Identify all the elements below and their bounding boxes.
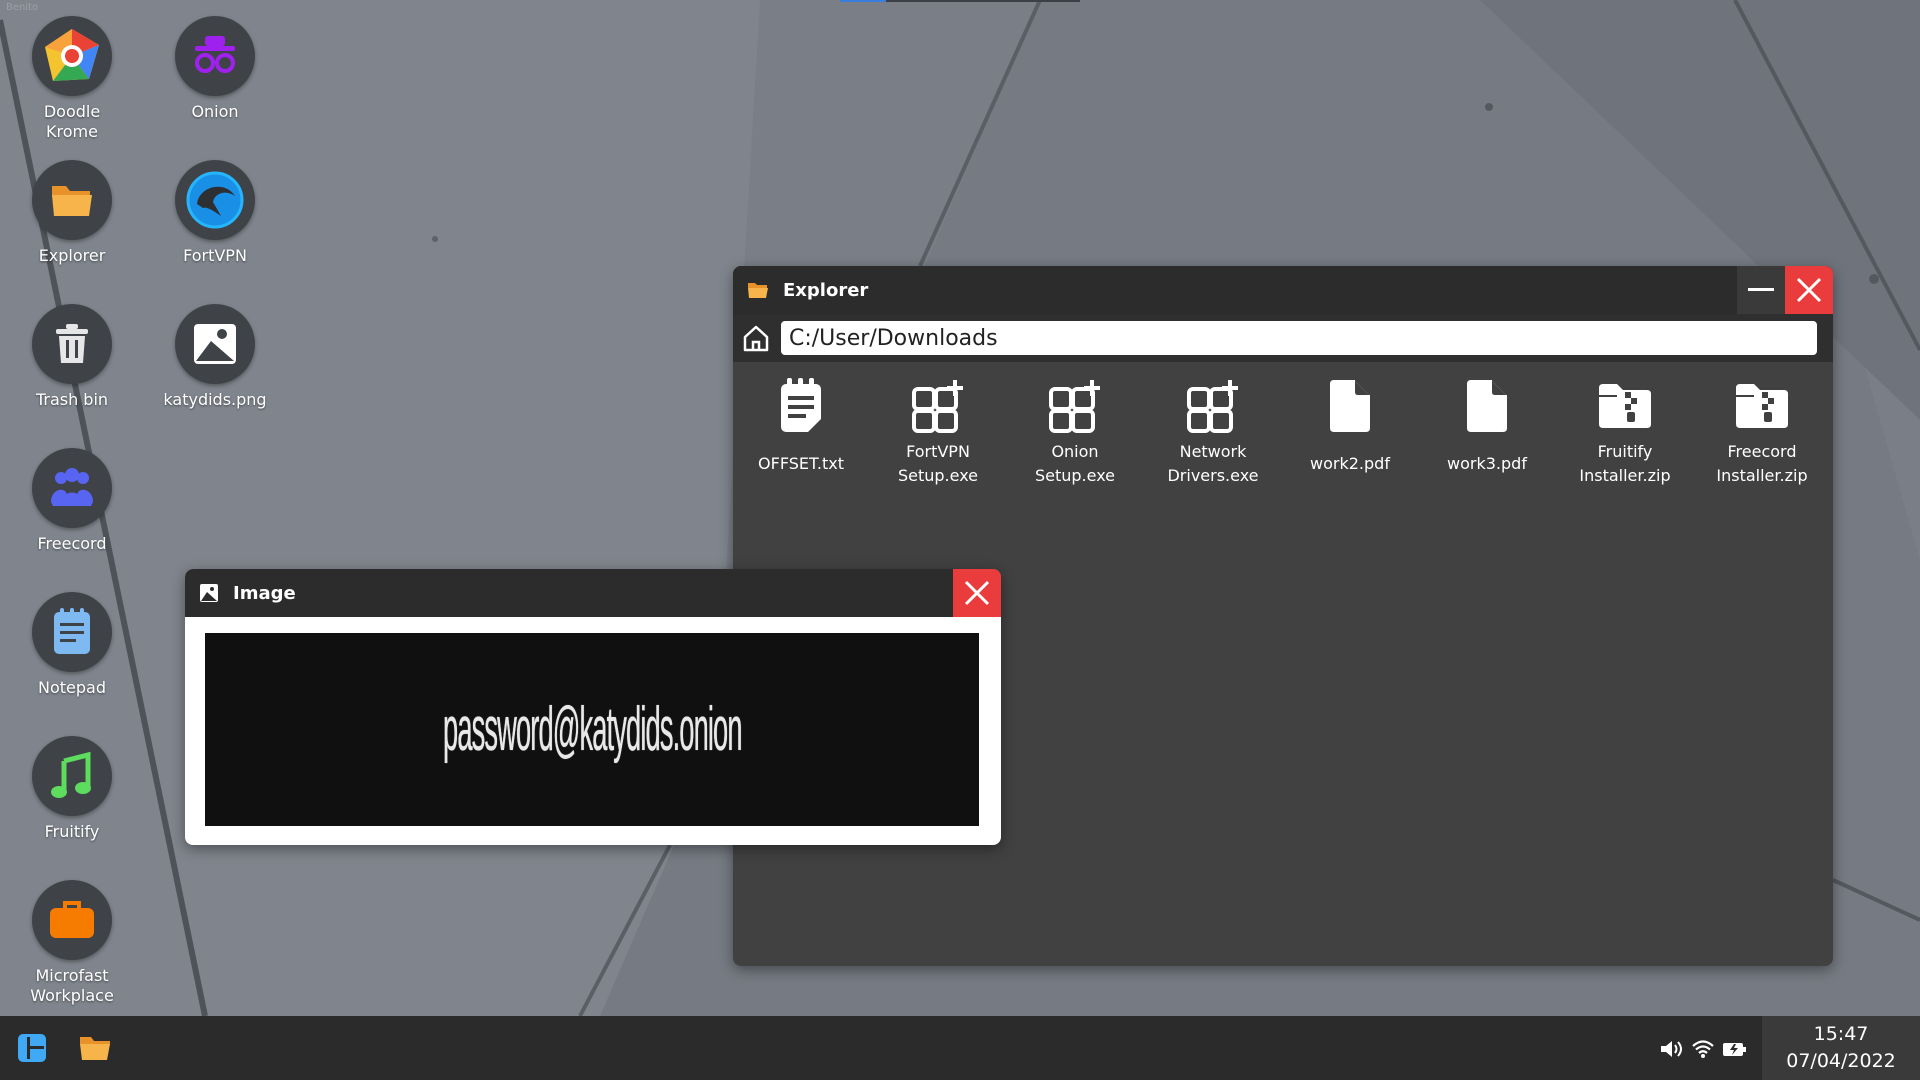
file-label: work3.pdf <box>1427 452 1547 476</box>
trash-icon <box>32 304 112 384</box>
taskbar: 15:47 07/04/2022 <box>0 1016 1920 1080</box>
file-label: Onion Setup.exe <box>1015 440 1135 488</box>
close-icon <box>964 580 990 606</box>
installer-icon <box>878 376 998 436</box>
desktop-icon-microfast-workplace[interactable]: Microfast Workplace <box>7 880 137 1006</box>
file-label: work2.pdf <box>1290 452 1410 476</box>
folder-icon <box>747 281 769 299</box>
corner-username: Benito <box>6 2 38 13</box>
clock-time: 15:47 <box>1762 1021 1920 1048</box>
music-note-icon <box>32 736 112 816</box>
displayed-image: password@katydids.onion <box>205 633 979 826</box>
file-item[interactable]: FortVPN Setup.exe <box>878 376 998 488</box>
document-icon <box>1427 376 1547 436</box>
file-label: Network Drivers.exe <box>1153 440 1273 488</box>
folder-icon <box>78 1034 112 1062</box>
fortvpn-icon <box>175 160 255 240</box>
desktop-icon-label: Onion <box>150 102 280 122</box>
briefcase-icon <box>32 880 112 960</box>
minimize-icon <box>1748 288 1774 292</box>
file-item[interactable]: OFFSET.txt <box>741 376 861 476</box>
home-icon[interactable] <box>741 323 771 353</box>
taskbar-explorer-button[interactable] <box>70 1016 120 1080</box>
desktop-icon-doodle-krome[interactable]: Doodle Krome <box>7 16 137 142</box>
desktop-icon-label: Fruitify <box>7 822 137 842</box>
start-button[interactable] <box>8 1016 56 1080</box>
freecord-icon <box>32 448 112 528</box>
desktop-icon-label: FortVPN <box>150 246 280 266</box>
image-icon <box>199 583 219 603</box>
desktop-icon-label: Freecord <box>7 534 137 554</box>
file-item[interactable]: Freecord Installer.zip <box>1702 376 1822 488</box>
doodle-krome-icon <box>32 16 112 96</box>
desktop-icon-freecord[interactable]: Freecord <box>7 448 137 554</box>
zip-folder-icon <box>1565 376 1685 436</box>
close-icon <box>1796 277 1822 303</box>
onion-icon <box>175 16 255 96</box>
desktop-icon-trash-bin[interactable]: Trash bin <box>7 304 137 410</box>
file-item[interactable]: work3.pdf <box>1427 376 1547 476</box>
battery-charging-icon[interactable] <box>1722 1038 1748 1060</box>
image-caption-text: password@katydids.onion <box>443 694 742 765</box>
zip-folder-icon <box>1702 376 1822 436</box>
folder-icon <box>32 160 112 240</box>
desktop-icon-label: Notepad <box>7 678 137 698</box>
image-viewer-titlebar[interactable]: Image <box>185 569 1001 617</box>
notepad-icon <box>32 592 112 672</box>
document-icon <box>1290 376 1410 436</box>
desktop-icon-notepad[interactable]: Notepad <box>7 592 137 698</box>
volume-icon[interactable] <box>1658 1038 1684 1060</box>
desktop-icon-label: katydids.png <box>150 390 280 410</box>
image-file-icon <box>175 304 255 384</box>
clock[interactable]: 15:47 07/04/2022 <box>1762 1016 1920 1080</box>
image-viewer-window: Image password@katydids.onion <box>185 569 1001 845</box>
desktop-icon-explorer[interactable]: Explorer <box>7 160 137 266</box>
file-item[interactable]: Network Drivers.exe <box>1153 376 1273 488</box>
file-label: OFFSET.txt <box>741 452 861 476</box>
close-button[interactable] <box>953 569 1001 617</box>
desktop-icon-label: Microfast Workplace <box>7 966 137 1006</box>
installer-icon <box>1153 376 1273 436</box>
clock-date: 07/04/2022 <box>1762 1048 1920 1075</box>
window-title: Explorer <box>783 280 868 301</box>
desktop-icon-katydids-png[interactable]: katydids.png <box>150 304 280 410</box>
path-input[interactable] <box>781 321 1817 355</box>
text-file-icon <box>741 376 861 436</box>
desktop-icon-fortvpn[interactable]: FortVPN <box>150 160 280 266</box>
wifi-icon[interactable] <box>1690 1038 1716 1060</box>
desktop-icon-label: Explorer <box>7 246 137 266</box>
window-title: Image <box>233 583 296 604</box>
desktop-icon-fruitify[interactable]: Fruitify <box>7 736 137 842</box>
start-menu-icon <box>17 1033 47 1063</box>
desktop-icon-label: Trash bin <box>7 390 137 410</box>
close-button[interactable] <box>1785 266 1833 314</box>
address-bar <box>733 314 1833 362</box>
desktop-icon-onion[interactable]: Onion <box>150 16 280 122</box>
file-label: Fruitify Installer.zip <box>1565 440 1685 488</box>
minimize-button[interactable] <box>1737 266 1785 314</box>
file-label: Freecord Installer.zip <box>1702 440 1822 488</box>
file-item[interactable]: work2.pdf <box>1290 376 1410 476</box>
file-label: FortVPN Setup.exe <box>878 440 998 488</box>
file-item[interactable]: Fruitify Installer.zip <box>1565 376 1685 488</box>
desktop-icon-label: Doodle Krome <box>7 102 137 142</box>
installer-icon <box>1015 376 1135 436</box>
file-item[interactable]: Onion Setup.exe <box>1015 376 1135 488</box>
explorer-titlebar[interactable]: Explorer <box>733 266 1833 314</box>
